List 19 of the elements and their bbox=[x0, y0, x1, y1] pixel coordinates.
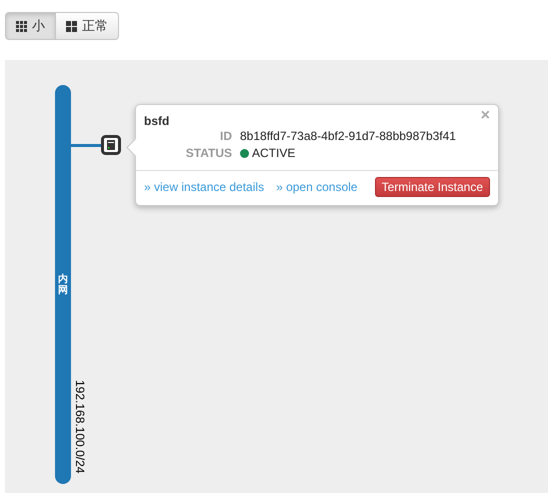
field-value: ACTIVE bbox=[252, 145, 296, 162]
grid-icon bbox=[16, 20, 27, 32]
view-toggle-button[interactable]: 正常 bbox=[56, 12, 119, 40]
connector-line bbox=[71, 144, 101, 147]
network-name: 内网 bbox=[58, 274, 68, 296]
field-label: STATUS bbox=[184, 145, 232, 162]
server-icon[interactable] bbox=[101, 135, 121, 155]
network-cidr: 192.168.100.0/24 bbox=[73, 380, 87, 474]
popup-link[interactable]: » view instance details bbox=[144, 180, 264, 194]
status-dot bbox=[240, 149, 249, 158]
grid-icon bbox=[66, 20, 77, 32]
field-label: ID bbox=[219, 128, 232, 145]
terminate-button[interactable]: Terminate Instance bbox=[374, 177, 490, 197]
instance-name: bsfd bbox=[144, 114, 170, 128]
popup-link[interactable]: » open console bbox=[276, 180, 358, 194]
close-button[interactable]: × bbox=[480, 107, 490, 125]
field-value: 8b18ffd7-73a8-4bf2-91d7-88bb987b3f41 bbox=[240, 128, 456, 145]
network-bar[interactable]: 内网 bbox=[55, 85, 71, 484]
view-toggle-button[interactable]: 小 bbox=[5, 12, 56, 40]
